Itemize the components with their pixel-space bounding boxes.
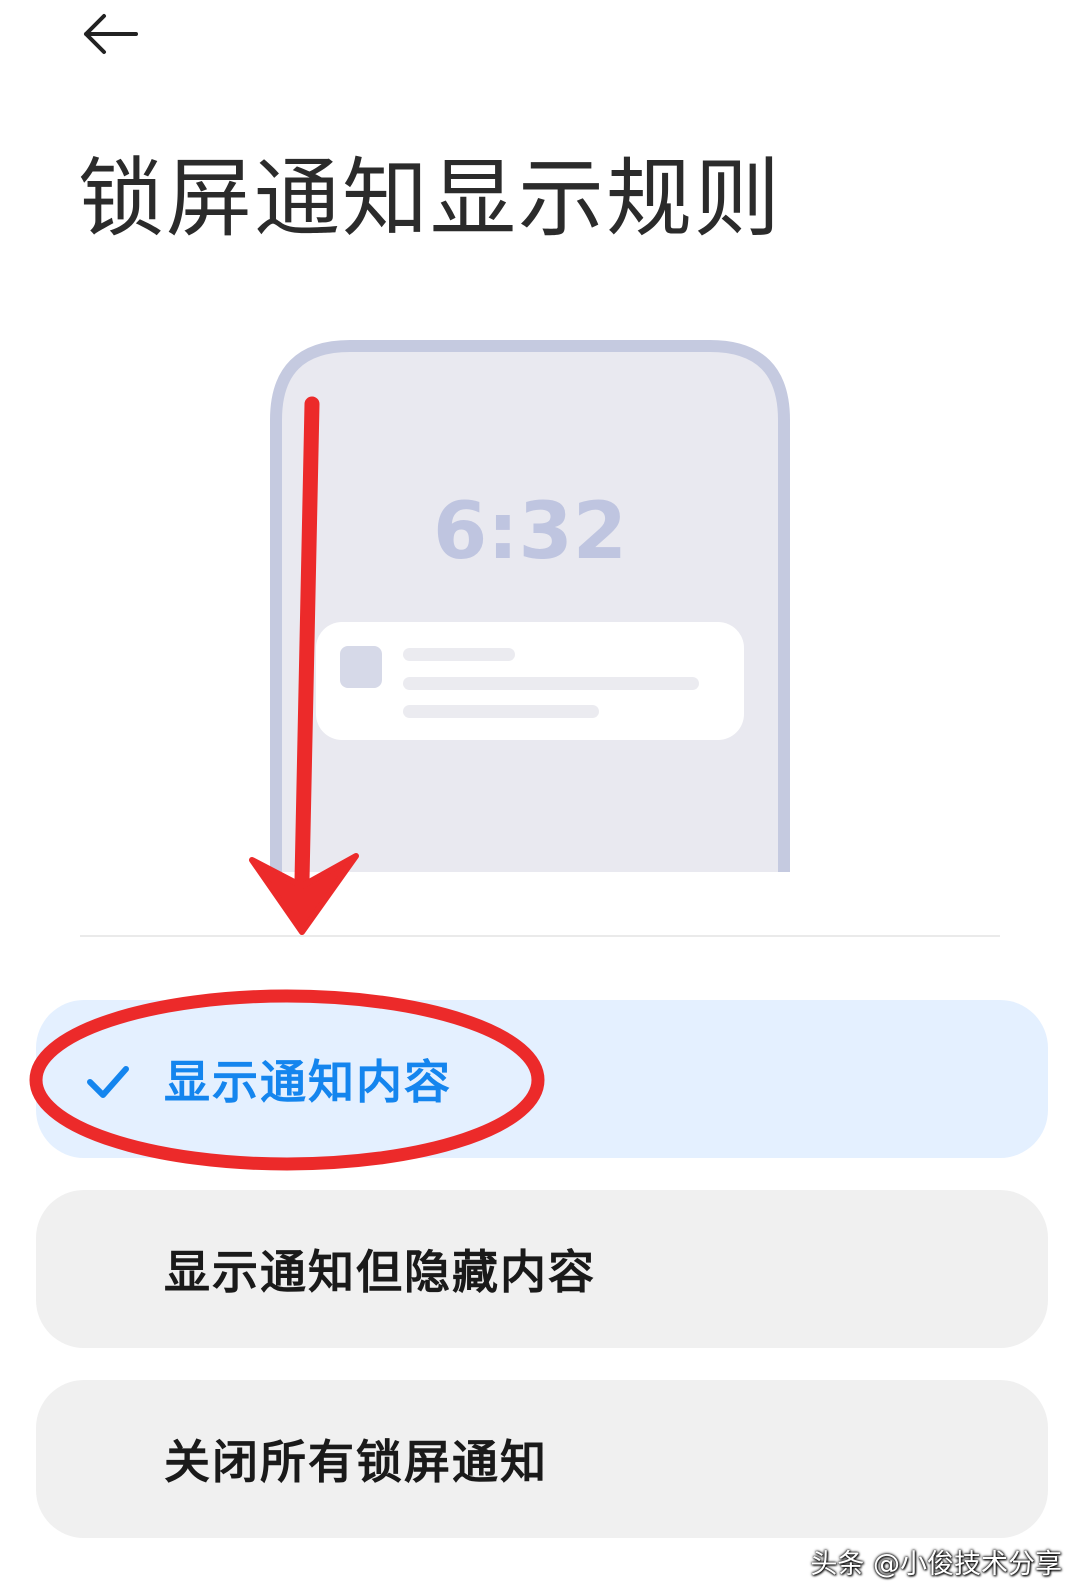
option-show-notification-content[interactable]: 显示通知内容 xyxy=(36,1000,1048,1158)
lockscreen-illustration: 6:32 xyxy=(270,340,790,872)
notification-line xyxy=(403,705,599,718)
divider xyxy=(80,935,1000,937)
notification-line xyxy=(403,648,515,661)
option-label: 显示通知内容 xyxy=(164,1055,452,1109)
option-turn-off-lockscreen-notifications[interactable]: 关闭所有锁屏通知 xyxy=(36,1380,1048,1538)
watermark: 头条 @小俊技术分享 xyxy=(810,1549,1062,1580)
notification-app-icon xyxy=(340,646,382,688)
notification-line xyxy=(403,677,699,690)
option-label: 关闭所有锁屏通知 xyxy=(164,1435,548,1489)
checkmark-icon xyxy=(87,1066,129,1098)
lockscreen-clock: 6:32 xyxy=(433,487,627,577)
phone-frame xyxy=(270,340,790,872)
option-show-but-hide-content[interactable]: 显示通知但隐藏内容 xyxy=(36,1190,1048,1348)
option-label: 显示通知但隐藏内容 xyxy=(164,1245,596,1299)
